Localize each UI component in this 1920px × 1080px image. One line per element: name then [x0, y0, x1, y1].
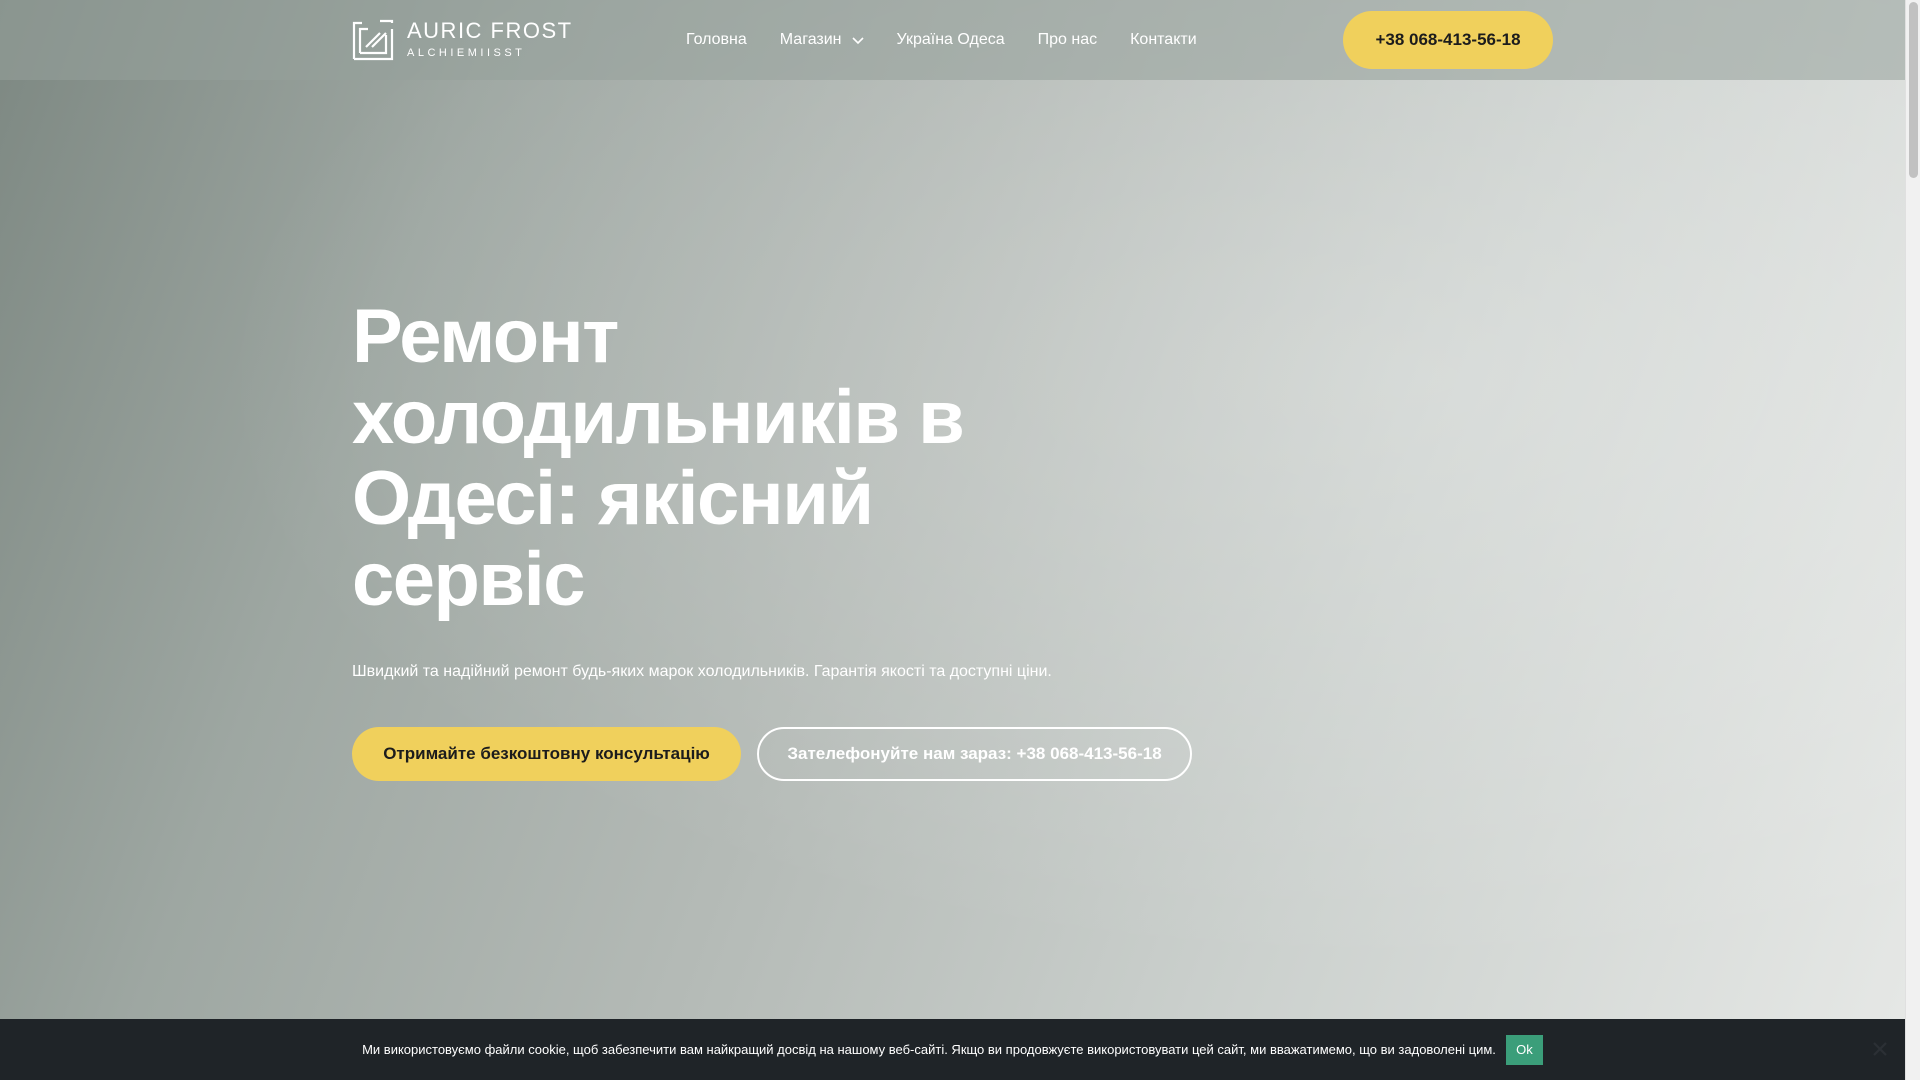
close-icon[interactable]: [1872, 1041, 1888, 1057]
nav-item-label: Головна: [686, 31, 747, 48]
main-nav: Головна Магазин Україна Одеса Про нас Ко…: [686, 0, 1230, 80]
cookie-text: Ми використовуємо файли cookie, щоб забе…: [362, 1042, 1496, 1057]
header-phone-button[interactable]: +38 068-413-56-18: [1343, 11, 1553, 69]
logo-mark-icon: [352, 19, 394, 61]
brand-name: AURIC FROST: [407, 18, 573, 43]
scrollbar-thumb[interactable]: [1909, 2, 1918, 178]
brand-tagline: ALCHIEMIISST: [407, 47, 526, 59]
nav-item-contacts[interactable]: Контакти: [1130, 31, 1197, 49]
nav-item-about[interactable]: Про нас: [1038, 31, 1097, 49]
page-scrollbar[interactable]: [1905, 0, 1920, 1080]
nav-item-home[interactable]: Головна: [686, 31, 747, 49]
hero-title: Ремонт холодильників в Одесі: якісний се…: [352, 294, 965, 622]
nav-item-label: Магазин: [779, 31, 842, 48]
site-logo[interactable]: AURIC FROST ALCHIEMIISST: [352, 19, 571, 61]
nav-item-label: Про нас: [1037, 31, 1098, 48]
site-header: AURIC FROST ALCHIEMIISST Головна Магазин…: [0, 0, 1905, 80]
free-consultation-button[interactable]: Отримайте безкоштовну консультацію: [352, 727, 741, 781]
cookie-ok-button[interactable]: Ok: [1505, 1034, 1543, 1065]
hero-subtitle: Швидкий та надійний ремонт будь-яких мар…: [352, 663, 1052, 680]
hero-content: Ремонт холодильників в Одесі: якісний се…: [352, 296, 1072, 683]
cookie-banner: Ми використовуємо файли cookie, щоб забе…: [0, 1019, 1905, 1080]
hero-cta-group: Отримайте безкоштовну консультацію Зател…: [352, 727, 1192, 781]
nav-item-label: Контакти: [1130, 31, 1197, 48]
call-now-button[interactable]: Зателефонуйте нам зараз: +38 068-413-56-…: [757, 727, 1192, 781]
chevron-down-icon[interactable]: [851, 34, 864, 46]
nav-item-label: Україна Одеса: [896, 31, 1005, 48]
nav-item-shop[interactable]: Магазин: [780, 31, 864, 49]
nav-item-ukraine-odesa[interactable]: Україна Одеса: [897, 31, 1005, 49]
logo-text: AURIC FROST ALCHIEMIISST: [407, 20, 573, 60]
